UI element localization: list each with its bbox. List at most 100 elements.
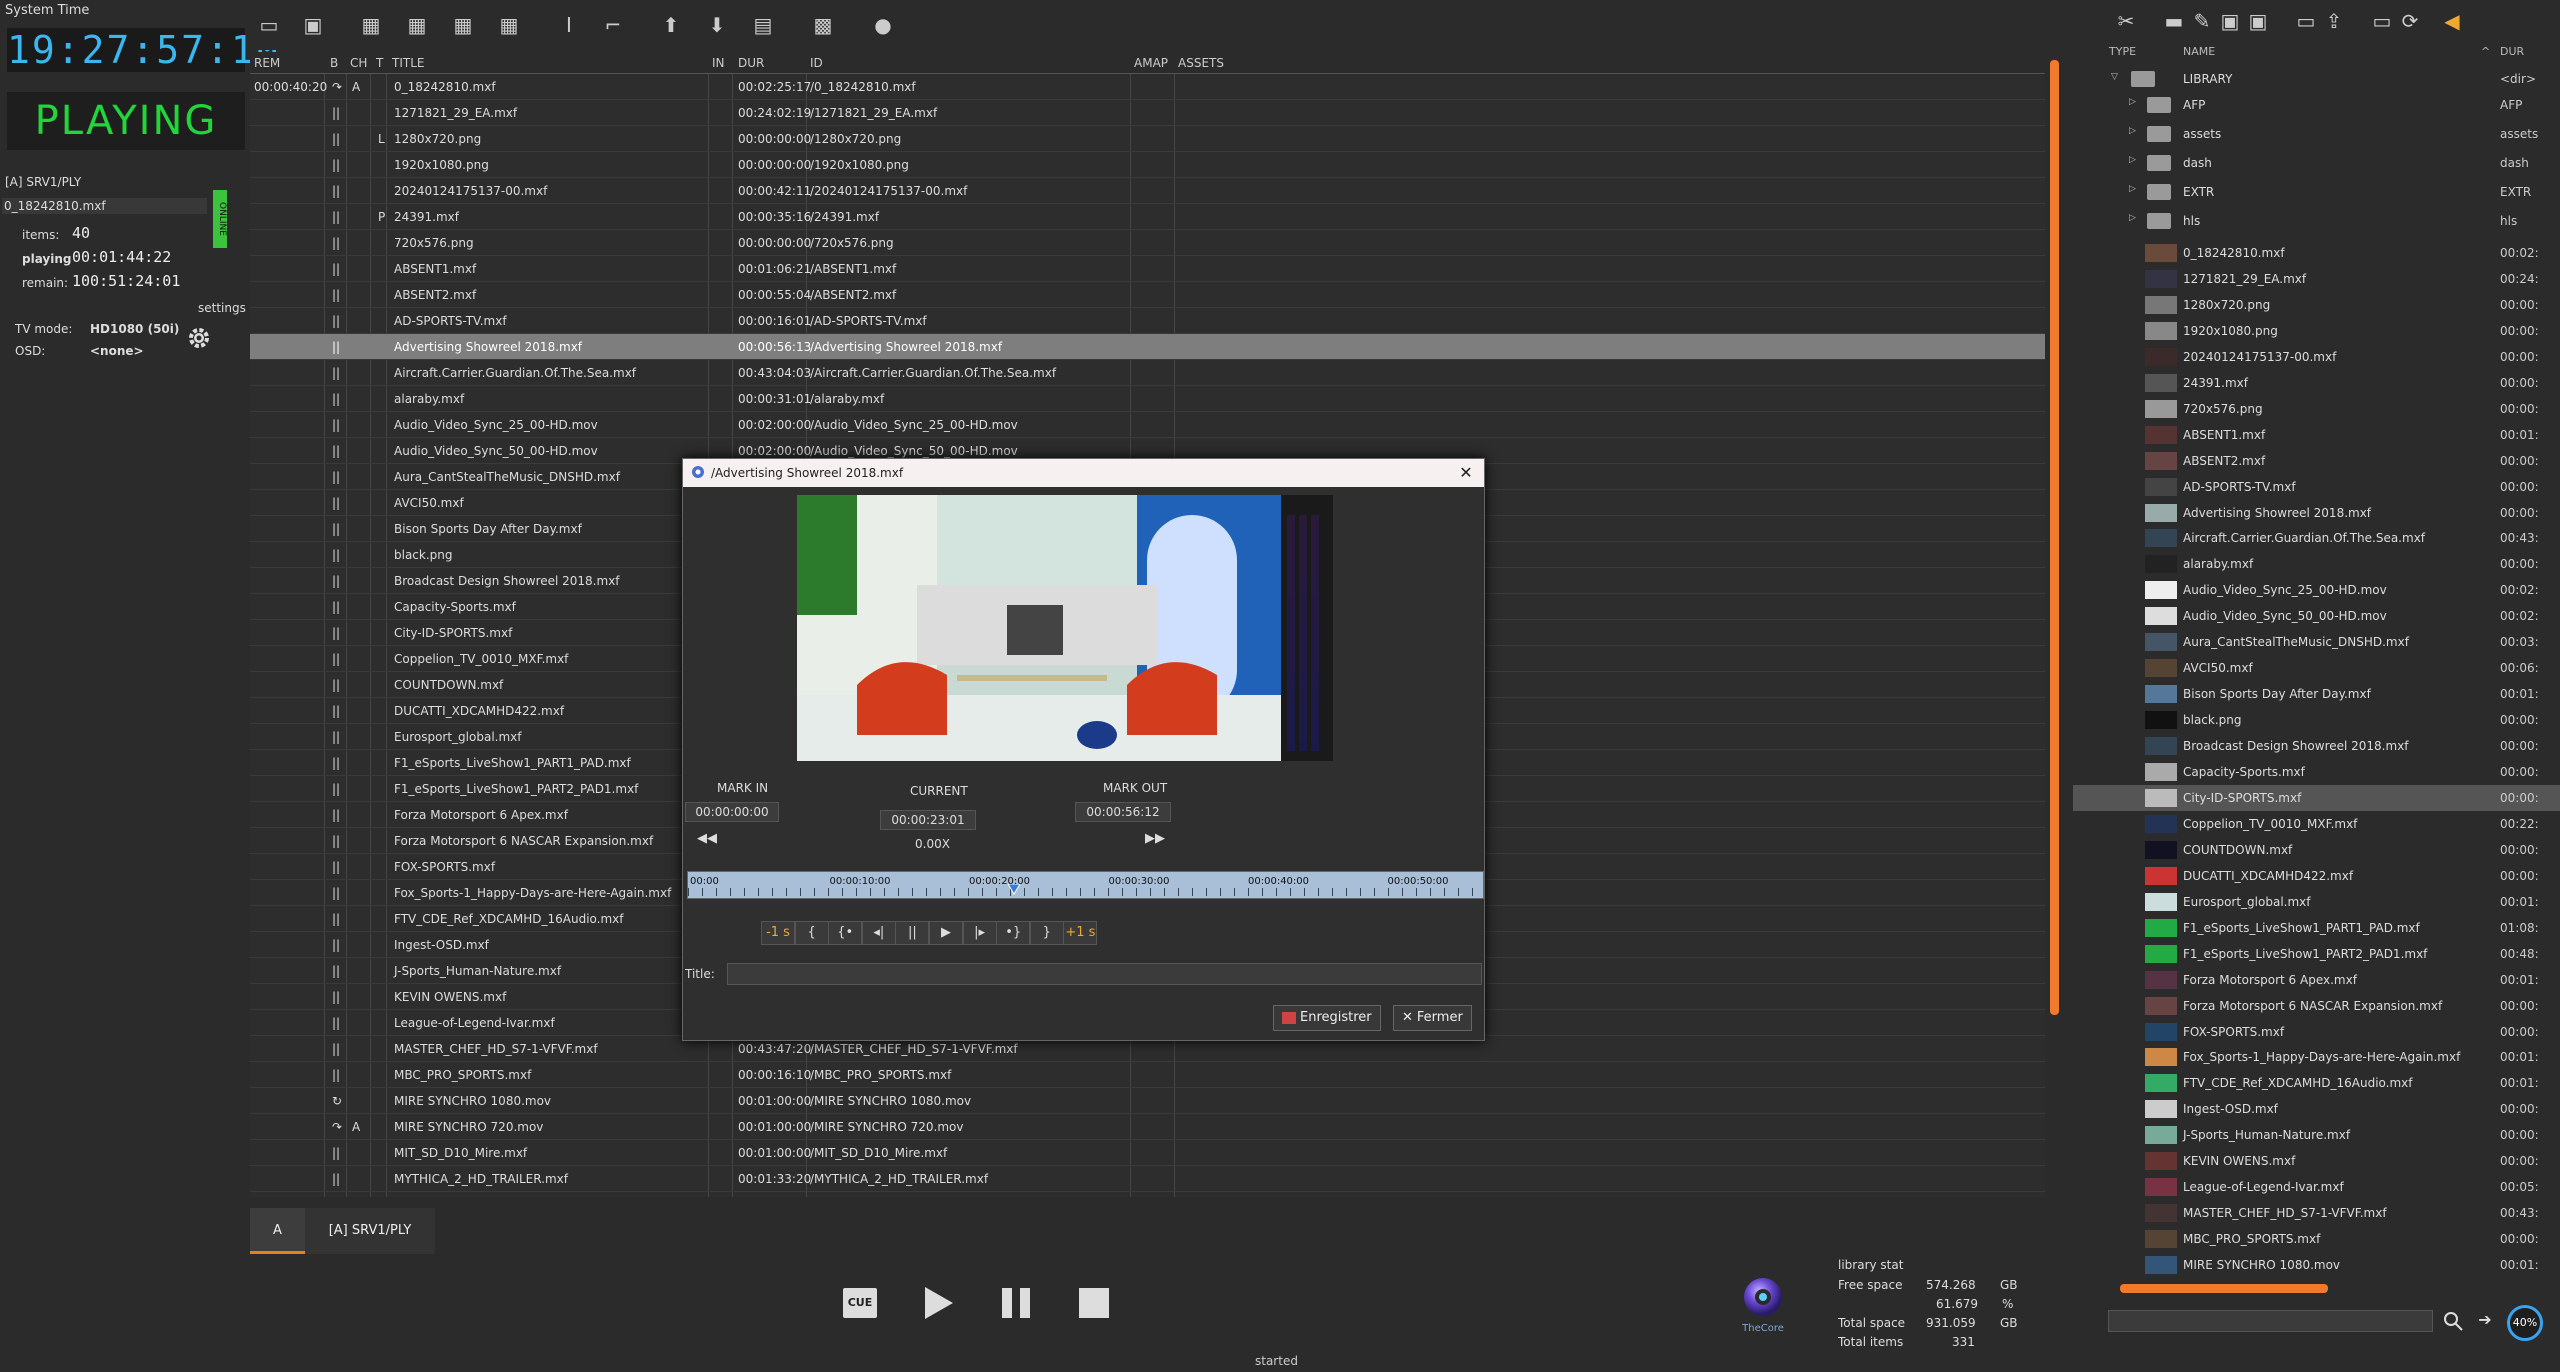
expand-icon[interactable]: ▷ — [2129, 126, 2136, 136]
playlist-row[interactable]: || MBC_PRO_SPORTS.mxf 00:00:16:10/MBC_PRO_… — [250, 1062, 2045, 1088]
library-root[interactable]: ▽ LIBRARY <dir> — [2073, 66, 2560, 92]
crop-icon[interactable]: ⌐ — [600, 12, 626, 38]
library-file[interactable]: FTV_CDE_Ref_XDCAMHD_16Audio.mxf 00:01: — [2073, 1070, 2560, 1096]
library-file[interactable]: MIRE SYNCHRO 1080.mov 00:01: — [2073, 1252, 2560, 1278]
go-arrow-icon[interactable]: ➔ — [2474, 1310, 2496, 1332]
dialog-close-icon[interactable]: ✕ — [1456, 463, 1476, 483]
library-scrollbar[interactable] — [2120, 1284, 2328, 1293]
library-file[interactable]: Audio_Video_Sync_50_00-HD.mov 00:02: — [2073, 603, 2560, 629]
library-file[interactable]: alaraby.mxf 00:00: — [2073, 551, 2560, 577]
library-file[interactable]: Eurosport_global.mxf 00:01: — [2073, 889, 2560, 915]
library-file[interactable]: Aircraft.Carrier.Guardian.Of.The.Sea.mxf… — [2073, 525, 2560, 551]
wand-icon[interactable]: ✎ — [2189, 8, 2215, 34]
library-file[interactable]: Broadcast Design Showreel 2018.mxf 00:00: — [2073, 733, 2560, 759]
playlist-row[interactable]: || 720x576.png 00:00:00:00/720x576.png — [250, 230, 2045, 256]
library-file[interactable]: 24391.mxf 00:00: — [2073, 370, 2560, 396]
delete-icon[interactable]: ▣ — [2245, 8, 2271, 34]
playlist-row[interactable]: || ABSENT1.mxf 00:01:06:21/ABSENT1.mxf — [250, 256, 2045, 282]
expand-icon[interactable]: ▷ — [2129, 155, 2136, 165]
speaker-icon[interactable]: ◀ — [2439, 8, 2465, 34]
frame-icon[interactable]: ▭ — [2293, 8, 2319, 34]
tv-mode-value[interactable]: HD1080 (50i) — [90, 322, 179, 336]
library-file[interactable]: 720x576.png 00:00: — [2073, 396, 2560, 422]
tab-srv1-ply[interactable]: [A] SRV1/PLY — [305, 1208, 435, 1254]
col-assets[interactable]: ASSETS — [1178, 56, 1224, 70]
library-file[interactable]: MASTER_CHEF_HD_S7-1-VFVF.mxf 00:43: — [2073, 1200, 2560, 1226]
export-icon[interactable]: ⇪ — [2321, 8, 2347, 34]
library-file[interactable]: Fox_Sports-1_Happy-Days-are-Here-Again.m… — [2073, 1044, 2560, 1070]
cut-icon[interactable]: ✂ — [2113, 8, 2139, 34]
library-folder[interactable]: ▷ AFP AFP — [2073, 92, 2560, 118]
library-file[interactable]: FOX-SPORTS.mxf 00:00: — [2073, 1019, 2560, 1045]
library-file[interactable]: AD-SPORTS-TV.mxf 00:00: — [2073, 474, 2560, 500]
cue-button[interactable]: CUE — [843, 1285, 879, 1321]
library-file[interactable]: 20240124175137-00.mxf 00:00: — [2073, 344, 2560, 370]
expand-icon[interactable]: ▷ — [2129, 213, 2136, 223]
prev-frame-button[interactable]: ◂| — [861, 921, 896, 945]
playlist-row[interactable]: || MYTHICA_2_HD_TRAILER.mxf 00:01:33:20/MY… — [250, 1166, 2045, 1192]
osd-value[interactable]: <none> — [90, 344, 144, 358]
playlist-row[interactable]: || P 24391.mxf 00:00:35:16/24391.mxf — [250, 204, 2045, 230]
move-down-icon[interactable]: ⬇ — [704, 12, 730, 38]
library-file[interactable]: Bison Sports Day After Day.mxf 00:01: — [2073, 681, 2560, 707]
library-file[interactable]: F1_eSports_LiveShow1_PART2_PAD1.mxf 00:48… — [2073, 941, 2560, 967]
library-file[interactable]: Coppelion_TV_0010_MXF.mxf 00:22: — [2073, 811, 2560, 837]
library-file[interactable]: Forza Motorsport 6 Apex.mxf 00:01: — [2073, 967, 2560, 993]
save-green-icon[interactable]: ▣ — [2217, 8, 2243, 34]
library-file[interactable]: 1920x1080.png 00:00: — [2073, 318, 2560, 344]
next-frame-button[interactable]: |▸ — [962, 921, 997, 945]
library-file[interactable]: black.png 00:00: — [2073, 707, 2560, 733]
library-file[interactable]: MBC_PRO_SPORTS.mxf 00:00: — [2073, 1226, 2560, 1252]
library-search-input[interactable] — [2108, 1310, 2433, 1332]
stop-button[interactable] — [1076, 1285, 1112, 1321]
lightbulb-icon[interactable]: ● — [870, 12, 896, 38]
playlist-row[interactable]: || Aircraft.Carrier.Guardian.Of.The.Sea.m… — [250, 360, 2045, 386]
save-button[interactable]: Enregistrer — [1273, 1005, 1381, 1031]
expand-icon[interactable]: ▷ — [2129, 184, 2136, 194]
library-file[interactable]: F1_eSports_LiveShow1_PART1_PAD.mxf 01:08: — [2073, 915, 2560, 941]
col-title[interactable]: TITLE — [392, 56, 424, 70]
library-file[interactable]: Advertising Showreel 2018.mxf 00:00: — [2073, 500, 2560, 526]
library-file[interactable]: KEVIN OWENS.mxf 00:00: — [2073, 1148, 2560, 1174]
expand-icon[interactable]: ▷ — [2129, 97, 2136, 107]
library-file[interactable]: League-of-Legend-Ivar.mxf 00:05: — [2073, 1174, 2560, 1200]
playlist-row[interactable]: || AD-SPORTS-TV.mxf 00:00:16:01/AD-SPORTS-… — [250, 308, 2045, 334]
playlist-row[interactable]: ↷ A MIRE SYNCHRO 720.mov 00:01:00:00/MIRE S… — [250, 1114, 2045, 1140]
playlist-row[interactable]: || alaraby.mxf 00:00:31:01/alaraby.mxf — [250, 386, 2045, 412]
pause-button[interactable] — [998, 1285, 1034, 1321]
current-field[interactable]: 00:00:23:01 — [880, 810, 976, 830]
play-button[interactable] — [920, 1285, 956, 1321]
title-input[interactable] — [727, 963, 1482, 985]
library-file[interactable]: 1271821_29_EA.mxf 00:24: — [2073, 266, 2560, 292]
library-file[interactable]: Aura_CantStealTheMusic_DNSHD.mxf 00:03: — [2073, 629, 2560, 655]
playlist-row[interactable]: || 1920x1080.png 00:00:00:00/1920x1080.png — [250, 152, 2045, 178]
goto-mark-in-button[interactable]: {• — [828, 921, 863, 945]
library-folder[interactable]: ▷ dash dash — [2073, 150, 2560, 176]
col-in[interactable]: IN — [712, 56, 725, 70]
library-file[interactable]: J-Sports_Human-Nature.mxf 00:00: — [2073, 1122, 2560, 1148]
col-dur-lib[interactable]: DUR — [2500, 45, 2524, 58]
playlist-row[interactable]: || MIT_SD_D10_Mire.mxf 00:01:00:00/MIT_SD_… — [250, 1140, 2045, 1166]
library-folder[interactable]: ▷ EXTR EXTR — [2073, 179, 2560, 205]
mark-in-field[interactable]: 00:00:00:00 — [685, 802, 779, 822]
col-dur[interactable]: DUR — [738, 56, 764, 70]
library-file[interactable]: Capacity-Sports.mxf 00:00: — [2073, 759, 2560, 785]
fast-forward-icon[interactable]: ▶▶ — [1145, 831, 1165, 846]
col-amap[interactable]: AMAP — [1134, 56, 1168, 70]
forward-1s-button[interactable]: +1 s — [1063, 921, 1098, 945]
dialog-titlebar[interactable]: /Advertising Showreel 2018.mxf ✕ — [683, 459, 1484, 487]
col-t[interactable]: T — [376, 56, 383, 70]
library-folder[interactable]: ▷ assets assets — [2073, 121, 2560, 147]
settings-gear-icon[interactable] — [186, 325, 212, 351]
playlist-row[interactable]: || 20240124175137-00.mxf 00:00:42:11/20240… — [250, 178, 2045, 204]
playlist-scrollbar[interactable] — [2050, 60, 2059, 1015]
refresh-icon[interactable]: ⟳ — [2397, 8, 2423, 34]
library-file[interactable]: Ingest-OSD.mxf 00:00: — [2073, 1096, 2560, 1122]
rewind-icon[interactable]: ◀◀ — [697, 831, 717, 846]
library-file[interactable]: 0_18242810.mxf 00:02: — [2073, 240, 2560, 266]
folder-icon[interactable]: ▬ — [2161, 8, 2187, 34]
search-icon[interactable] — [2442, 1310, 2464, 1332]
playlist-row[interactable]: ↻ MIRE SYNCHRO 1080.mov 00:01:00:00/MIRE S… — [250, 1088, 2045, 1114]
film-add-icon[interactable]: ▦ — [358, 12, 384, 38]
library-folder[interactable]: ▷ hls hls — [2073, 208, 2560, 234]
